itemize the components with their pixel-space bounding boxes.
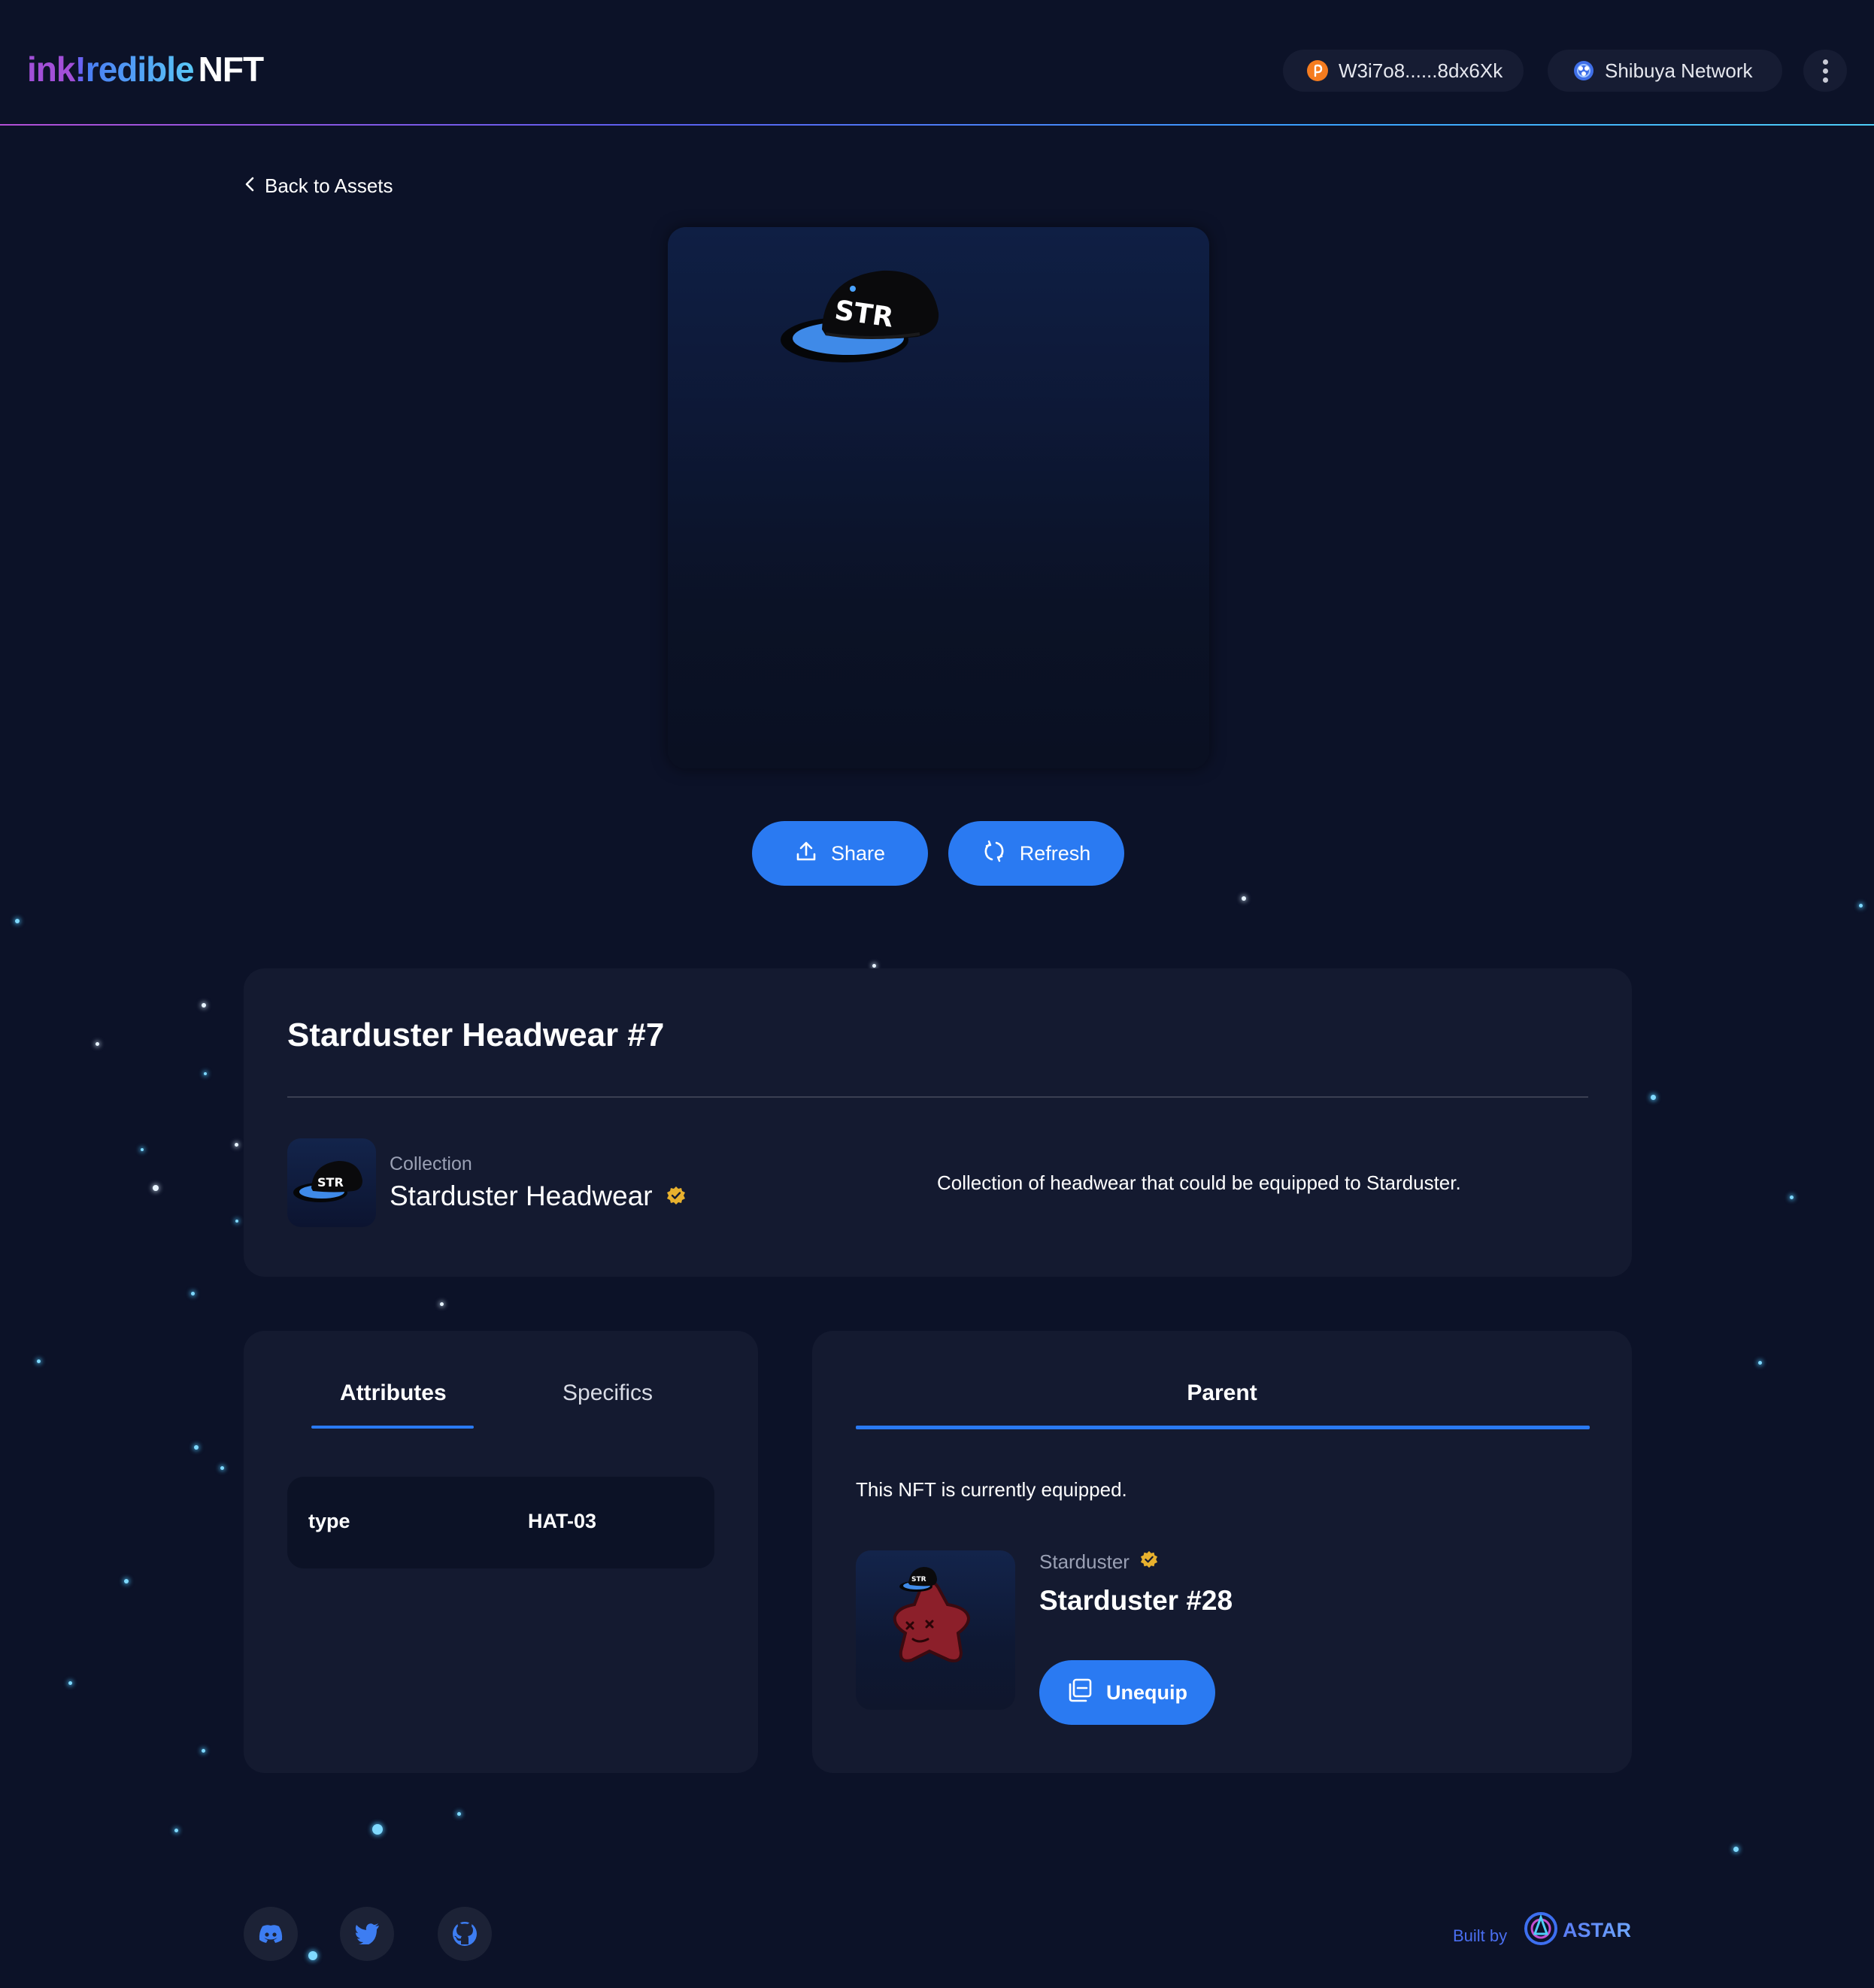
account-address: W3i7o8......8dx6Xk xyxy=(1339,59,1503,82)
nft-info-card: Starduster Headwear #7 STR Collection St… xyxy=(244,968,1632,1277)
divider xyxy=(287,1096,1588,1098)
verified-badge-icon xyxy=(1140,1550,1158,1574)
verified-badge-icon xyxy=(666,1180,686,1212)
share-button[interactable]: Share xyxy=(752,821,928,886)
background-star xyxy=(141,1148,144,1151)
nft-title: Starduster Headwear #7 xyxy=(287,1017,665,1053)
background-star xyxy=(1758,1361,1762,1365)
astar-brand-text: ASTAR xyxy=(1563,1919,1631,1941)
twitter-icon[interactable] xyxy=(340,1907,394,1961)
background-star xyxy=(457,1812,461,1816)
collection-thumbnail[interactable]: STR xyxy=(287,1138,376,1227)
back-to-assets-label: Back to Assets xyxy=(265,174,393,197)
collection-name-row[interactable]: Starduster Headwear xyxy=(390,1180,686,1212)
parent-nft-thumbnail[interactable]: STR xyxy=(856,1550,1015,1710)
background-star xyxy=(204,1072,207,1075)
more-vertical-icon[interactable] xyxy=(1803,50,1847,92)
chevron-left-icon xyxy=(244,174,256,198)
background-star xyxy=(174,1829,178,1832)
background-star xyxy=(124,1579,129,1583)
background-star xyxy=(1790,1196,1794,1199)
app-logo[interactable]: ink!redible NFT xyxy=(27,47,264,92)
unequip-icon xyxy=(1067,1677,1093,1708)
tab-specifics[interactable]: Specifics xyxy=(563,1380,653,1406)
parent-card: Parent This NFT is currently equipped. S… xyxy=(812,1331,1632,1773)
attribute-value: HAT-03 xyxy=(528,1510,597,1532)
collection-name: Starduster Headwear xyxy=(390,1180,653,1211)
background-star xyxy=(1733,1847,1739,1852)
app-header: ink!redible NFT W3i7o8......8dx6Xk Shibuy… xyxy=(0,0,1874,126)
active-tab-indicator xyxy=(856,1426,1590,1429)
background-star xyxy=(202,1003,206,1008)
collection-label: Collection xyxy=(390,1153,472,1174)
unequip-label: Unequip xyxy=(1106,1680,1187,1704)
refresh-icon xyxy=(982,839,1006,868)
logo-text-nft: NFT xyxy=(198,50,264,89)
background-star xyxy=(1651,1095,1656,1100)
unequip-button[interactable]: Unequip xyxy=(1039,1660,1215,1725)
background-star xyxy=(153,1185,159,1191)
refresh-button[interactable]: Refresh xyxy=(948,821,1124,886)
parent-collection-row[interactable]: Starduster xyxy=(1039,1550,1158,1574)
back-to-assets-link[interactable]: Back to Assets xyxy=(244,174,393,198)
background-star xyxy=(235,1143,238,1147)
astar-logo[interactable]: ASTAR xyxy=(1524,1911,1631,1950)
background-star xyxy=(1242,896,1246,901)
background-star xyxy=(308,1951,317,1960)
refresh-label: Refresh xyxy=(1019,841,1091,865)
polkadot-account-icon xyxy=(1307,60,1328,81)
shibuya-network-icon xyxy=(1573,60,1594,81)
parent-collection-name: Starduster xyxy=(1039,1550,1130,1573)
background-star xyxy=(372,1824,383,1835)
svg-text:STR: STR xyxy=(317,1175,344,1189)
attribute-key: type xyxy=(308,1510,350,1532)
background-star xyxy=(1859,904,1863,908)
background-star xyxy=(202,1749,205,1753)
upload-icon xyxy=(795,840,817,868)
background-star xyxy=(194,1445,199,1450)
equipped-note: This NFT is currently equipped. xyxy=(856,1478,1127,1501)
active-tab-indicator xyxy=(311,1426,474,1429)
network-selector[interactable]: Shibuya Network xyxy=(1548,50,1782,92)
background-star xyxy=(440,1302,444,1306)
discord-icon[interactable] xyxy=(244,1907,298,1961)
background-star xyxy=(235,1220,238,1223)
background-star xyxy=(15,919,20,923)
background-star xyxy=(37,1359,41,1363)
background-star xyxy=(68,1681,72,1685)
tab-parent[interactable]: Parent xyxy=(812,1380,1632,1406)
nft-preview-image: STR xyxy=(668,227,1209,768)
github-icon[interactable] xyxy=(438,1907,492,1961)
background-star xyxy=(96,1042,99,1046)
logo-text-ink: ink xyxy=(27,50,75,89)
attribute-row: type HAT-03 xyxy=(287,1477,714,1568)
account-selector[interactable]: W3i7o8......8dx6Xk xyxy=(1283,50,1524,92)
background-star xyxy=(191,1292,195,1296)
network-label: Shibuya Network xyxy=(1605,59,1753,82)
background-star xyxy=(220,1466,224,1470)
attributes-card: Attributes Specifics type HAT-03 xyxy=(244,1331,758,1773)
logo-text-redible: redible xyxy=(85,50,195,89)
share-label: Share xyxy=(830,841,886,865)
background-star xyxy=(872,964,876,968)
collection-description: Collection of headwear that could be equ… xyxy=(937,1171,1461,1194)
built-by-label: Built by xyxy=(1453,1926,1508,1945)
logo-text-excl: ! xyxy=(74,50,86,89)
parent-nft-name: Starduster #28 xyxy=(1039,1585,1233,1616)
header-divider xyxy=(0,124,1874,126)
svg-text:STR: STR xyxy=(911,1576,926,1583)
tab-attributes[interactable]: Attributes xyxy=(340,1380,447,1406)
astar-icon xyxy=(1524,1911,1558,1950)
cap-image: STR xyxy=(781,270,939,362)
